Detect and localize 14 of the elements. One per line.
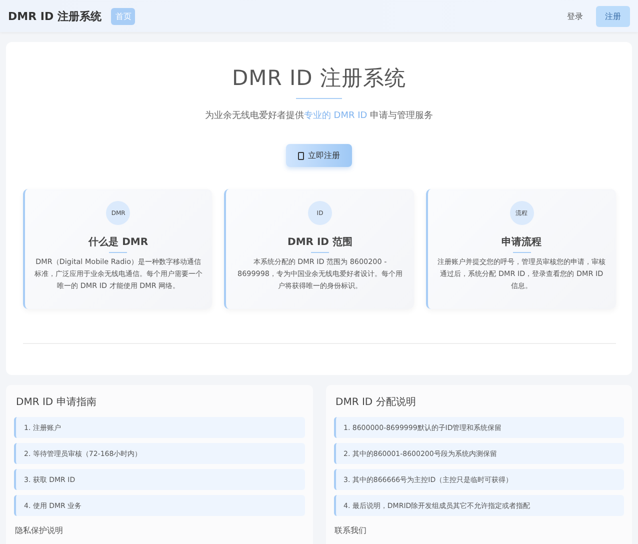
hero-title: DMR ID 注册系统 xyxy=(232,65,406,92)
feature-title: 申请流程 xyxy=(502,235,542,249)
feature-title: 什么是 DMR xyxy=(88,236,148,249)
login-button[interactable]: 登录 xyxy=(560,6,590,26)
feature-title: DMR ID 范围 xyxy=(288,236,352,249)
register-button[interactable]: 注册 xyxy=(596,6,630,26)
register-now-button[interactable]: 立即注册 xyxy=(286,144,352,167)
section-heading: 隐私保护说明 xyxy=(15,525,64,536)
hero-subtitle: 为业余无线电爱好者提供专业的 DMR ID 申请与管理服务 xyxy=(204,110,434,122)
document-icon xyxy=(298,152,304,160)
section-heading: 联系我们 xyxy=(334,525,368,536)
panel-title: DMR ID 分配说明 xyxy=(336,396,417,409)
panel-title: DMR ID 申请指南 xyxy=(16,396,98,409)
site-title: DMR ID 注册系统 xyxy=(8,8,102,24)
